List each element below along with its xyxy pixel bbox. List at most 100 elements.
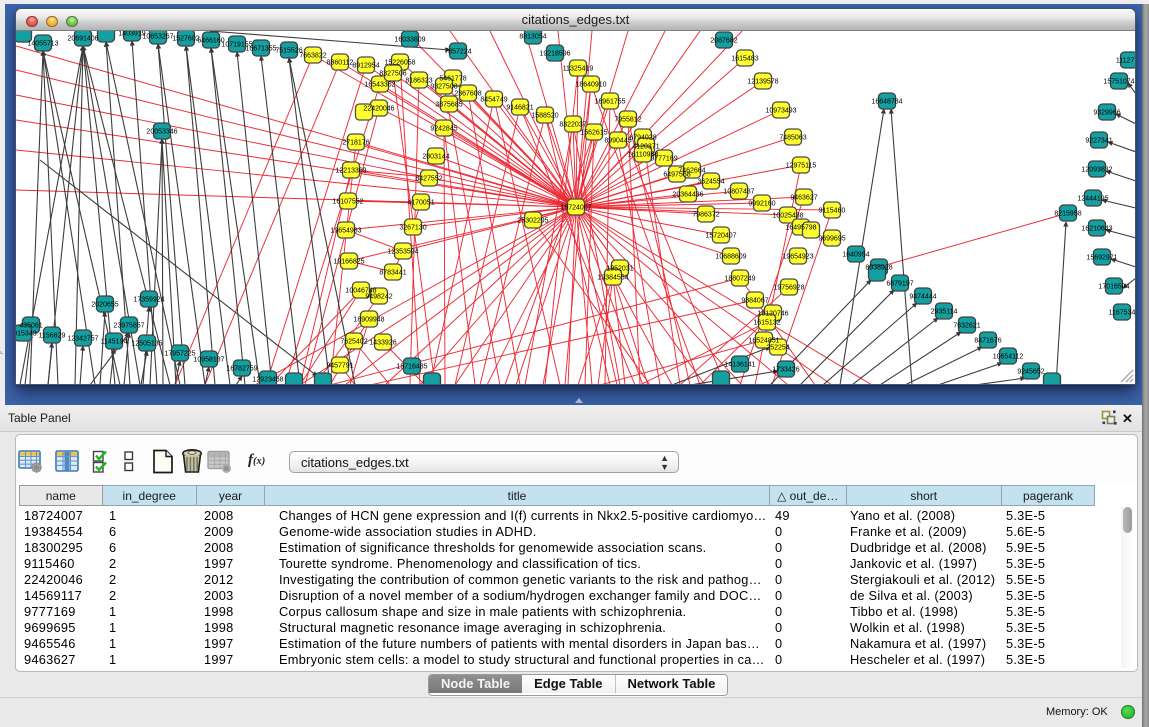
svg-text:3267130: 3267130: [399, 225, 426, 232]
svg-text:7955812: 7955812: [614, 117, 641, 124]
svg-text:12213369: 12213369: [335, 168, 366, 175]
svg-text:1167534: 1167534: [1109, 310, 1135, 317]
svg-text:12342757: 12342757: [67, 336, 98, 343]
svg-text:2367608: 2367608: [454, 91, 481, 98]
svg-text:25302295: 25302295: [517, 218, 548, 225]
svg-text:1433926: 1433926: [369, 340, 396, 347]
svg-text:1156829: 1156829: [39, 333, 66, 340]
svg-text:435061: 435061: [19, 323, 42, 330]
svg-text:8327506: 8327506: [379, 71, 406, 78]
svg-text:19218596: 19218596: [539, 51, 570, 58]
svg-text:15716485: 15716485: [396, 364, 427, 371]
svg-text:8322037: 8322037: [559, 122, 586, 129]
svg-text:6879197: 6879197: [886, 281, 913, 288]
svg-text:9327508: 9327508: [430, 84, 457, 91]
svg-text:11325419: 11325419: [563, 66, 594, 73]
svg-text:1145194: 1145194: [101, 339, 128, 346]
svg-text:1588520: 1588520: [531, 113, 558, 120]
svg-text:9115460: 9115460: [819, 208, 846, 215]
svg-text:14136141: 14136141: [724, 362, 755, 369]
svg-text:9474444: 9474444: [909, 294, 936, 301]
svg-text:16961755: 16961755: [594, 99, 625, 106]
svg-text:8783441: 8783441: [379, 270, 406, 277]
svg-text:14055713: 14055713: [27, 41, 58, 48]
svg-text:2020655: 2020655: [91, 302, 118, 309]
svg-text:8427552: 8427552: [415, 176, 442, 183]
svg-text:16671355: 16671355: [245, 46, 276, 53]
svg-text:8454749: 8454749: [480, 97, 507, 104]
svg-text:2718176: 2718176: [342, 140, 369, 147]
svg-text:12444195: 12444195: [1077, 196, 1108, 203]
svg-text:7462664: 7462664: [678, 168, 705, 175]
svg-text:1733426: 1733426: [772, 367, 799, 374]
svg-text:252254: 252254: [766, 345, 789, 352]
svg-text:3875685: 3875685: [435, 102, 462, 109]
svg-text:20364436: 20364436: [672, 192, 703, 199]
svg-text:9227341: 9227341: [1085, 138, 1112, 145]
svg-text:8912954: 8912954: [352, 63, 379, 70]
svg-text:10025438: 10025438: [772, 213, 803, 220]
svg-text:9463627: 9463627: [790, 195, 817, 202]
svg-text:18909948: 18909948: [353, 317, 384, 324]
svg-text:15720407: 15720407: [705, 233, 736, 240]
svg-text:16033809: 16033809: [394, 37, 425, 44]
svg-text:10807487: 10807487: [723, 189, 754, 196]
svg-text:10653267: 10653267: [142, 34, 173, 41]
svg-text:9884067: 9884067: [741, 298, 768, 305]
svg-text:10654112: 10654112: [993, 354, 1024, 361]
svg-text:1562615: 1562615: [580, 130, 607, 137]
svg-text:8860112: 8860112: [327, 60, 354, 67]
svg-text:1527602: 1527602: [172, 36, 199, 43]
svg-text:9699695: 9699695: [818, 236, 845, 243]
svg-text:18807249: 18807249: [724, 276, 755, 283]
svg-text:17359924: 17359924: [133, 297, 164, 304]
svg-text:8990445: 8990445: [604, 138, 631, 145]
svg-text:12975115: 12975115: [786, 163, 817, 170]
svg-text:7857224: 7857224: [444, 49, 471, 56]
svg-text:10958187: 10958187: [193, 357, 224, 364]
svg-text:7986372: 7986372: [692, 212, 719, 219]
svg-text:1615483: 1615483: [731, 56, 758, 63]
svg-text:9777169: 9777169: [650, 156, 677, 163]
svg-text:4170051: 4170051: [407, 200, 434, 207]
svg-text:3624554: 3624554: [697, 179, 724, 186]
svg-text:19384554: 19384554: [597, 275, 628, 282]
svg-text:16210643: 16210643: [1081, 226, 1112, 233]
svg-text:12923468: 12923468: [252, 377, 283, 384]
svg-text:1640954: 1640954: [842, 252, 869, 259]
svg-text:10973493: 10973493: [765, 108, 796, 115]
svg-text:8813054: 8813054: [519, 34, 546, 41]
svg-text:8471676: 8471676: [974, 338, 1001, 345]
svg-text:1112774: 1112774: [1116, 58, 1135, 65]
svg-text:20053346: 20053346: [146, 129, 177, 136]
svg-text:19654983: 19654983: [330, 228, 361, 235]
svg-text:15226058: 15226058: [384, 60, 415, 67]
svg-text:17957225: 17957225: [164, 351, 195, 358]
svg-text:7632621: 7632621: [953, 323, 980, 330]
svg-text:12505135: 12505135: [131, 341, 162, 348]
svg-text:16495798: 16495798: [785, 225, 816, 232]
svg-text:1615132: 1615132: [753, 320, 780, 327]
svg-text:19756928: 19756928: [773, 285, 804, 292]
svg-text:19654923: 19654923: [782, 254, 813, 261]
svg-text:7663822: 7663822: [299, 53, 326, 60]
svg-text:8186323: 8186323: [405, 78, 432, 85]
svg-text:2935114: 2935114: [931, 309, 958, 316]
svg-text:16120746: 16120746: [757, 311, 788, 318]
svg-text:4120371: 4120371: [632, 144, 659, 151]
svg-text:16107552: 16107552: [332, 199, 363, 206]
svg-text:9245652: 9245652: [1017, 369, 1044, 376]
svg-text:8215958: 8215958: [1054, 211, 1081, 218]
svg-text:20691406: 20691406: [67, 36, 98, 43]
svg-text:22420046: 22420046: [363, 106, 394, 113]
svg-text:7485063: 7485063: [779, 135, 806, 142]
svg-text:9457791: 9457791: [326, 363, 353, 370]
svg-text:9992160: 9992160: [748, 201, 775, 208]
svg-text:12139578: 12139578: [747, 79, 778, 86]
svg-text:18640910: 18640910: [575, 82, 606, 89]
svg-text:16543362: 16543362: [364, 82, 395, 89]
svg-text:10688609: 10688609: [715, 254, 746, 261]
svg-text:8938928: 8938928: [865, 265, 892, 272]
svg-text:15751074: 15751074: [1103, 79, 1134, 86]
svg-text:3915343: 3915343: [16, 331, 37, 338]
